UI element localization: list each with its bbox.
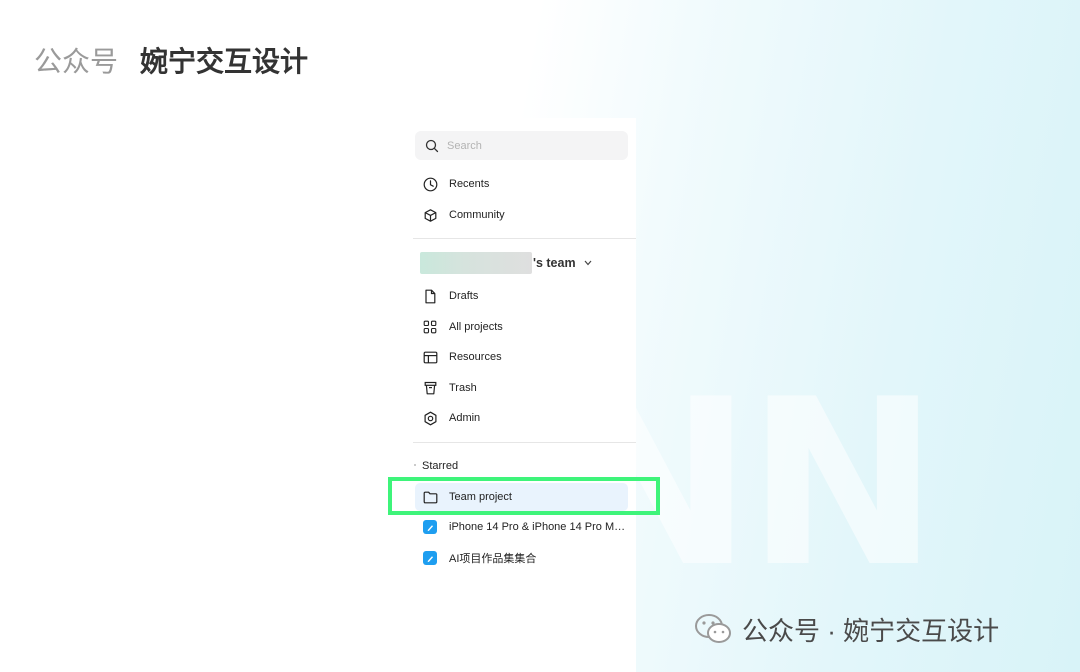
sidebar-item-label: Community bbox=[449, 209, 505, 221]
wechat-icon bbox=[695, 614, 731, 643]
header-watermark: 公众号 婉宁交互设计 bbox=[34, 40, 308, 80]
sidebar-item-resources[interactable]: Resources bbox=[415, 343, 628, 371]
design-file-icon bbox=[422, 550, 438, 566]
design-file-icon bbox=[422, 519, 438, 535]
sidebar-item-label: Admin bbox=[449, 412, 481, 424]
header-brand: 婉宁交互设计 bbox=[140, 46, 309, 77]
highlight-box bbox=[388, 477, 660, 515]
community-icon bbox=[422, 207, 438, 223]
search-placeholder: Search bbox=[447, 139, 482, 152]
divider bbox=[413, 442, 636, 443]
chevron-down-icon bbox=[584, 260, 592, 266]
starred-heading: Starred bbox=[422, 460, 459, 472]
team-switcher[interactable]: 's team bbox=[420, 252, 592, 274]
team-name: 's team bbox=[533, 256, 576, 270]
starred-item-ai-portfolio[interactable]: AI项目作品集集合 bbox=[415, 544, 628, 572]
footer-watermark: 公众号 · 婉宁交互设计 bbox=[694, 612, 999, 646]
sidebar-item-label: AI项目作品集集合 bbox=[449, 553, 537, 565]
sidebar-item-label: Drafts bbox=[449, 290, 479, 302]
sidebar-item-recents[interactable]: Recents bbox=[415, 170, 628, 198]
file-icon bbox=[422, 288, 438, 304]
sidebar-item-trash[interactable]: Trash bbox=[415, 374, 628, 402]
trash-icon bbox=[422, 380, 438, 396]
grid-icon bbox=[422, 319, 438, 335]
sidebar-panel: Search Recents Community 's team Drafts … bbox=[403, 118, 636, 672]
resources-icon bbox=[422, 349, 438, 365]
sidebar-item-drafts[interactable]: Drafts bbox=[415, 282, 628, 310]
sidebar-item-community[interactable]: Community bbox=[415, 201, 628, 229]
search-icon bbox=[425, 139, 439, 152]
sidebar-item-label: Trash bbox=[449, 382, 477, 394]
divider bbox=[413, 238, 636, 239]
sidebar-item-label: iPhone 14 Pro & iPhone 14 Pro Max Mockup… bbox=[449, 521, 627, 533]
sidebar-item-all-projects[interactable]: All projects bbox=[415, 313, 628, 341]
clock-icon bbox=[422, 176, 438, 192]
team-name-redacted bbox=[420, 252, 532, 274]
footer-text: 公众号 · 婉宁交互设计 bbox=[742, 615, 1000, 646]
sidebar-item-admin[interactable]: Admin bbox=[415, 404, 628, 432]
sidebar-item-label: Recents bbox=[449, 178, 490, 190]
sidebar-item-label: All projects bbox=[449, 321, 503, 333]
bullet-dot bbox=[414, 464, 416, 466]
header-label: 公众号 bbox=[34, 46, 119, 77]
search-input[interactable]: Search bbox=[415, 131, 628, 160]
starred-item-iphone-mockups[interactable]: iPhone 14 Pro & iPhone 14 Pro Max Mockup… bbox=[415, 513, 628, 541]
sidebar-item-label: Resources bbox=[449, 351, 502, 363]
gear-icon bbox=[422, 410, 438, 426]
